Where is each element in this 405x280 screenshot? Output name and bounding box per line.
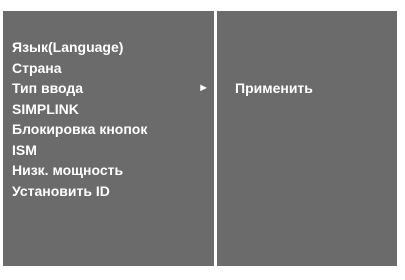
menu-item-ism[interactable]: ISM [12, 140, 212, 161]
option-menu-list: Язык(Language) Страна Тип ввода ► SIMPLI… [12, 37, 212, 201]
panel-divider [214, 11, 217, 266]
submenu-list: Применить [235, 78, 313, 98]
menu-item-set-id[interactable]: Установить ID [12, 181, 212, 202]
menu-item-language[interactable]: Язык(Language) [12, 37, 212, 58]
menu-item-input-type[interactable]: Тип ввода ► [12, 78, 212, 99]
menu-item-label: Страна [12, 59, 62, 76]
menu-item-label: SIMPLINK [12, 100, 79, 117]
menu-item-label: Тип ввода [12, 80, 84, 96]
tv-screen: Язык(Language) Страна Тип ввода ► SIMPLI… [0, 0, 405, 280]
menu-item-label: ISM [12, 141, 37, 158]
menu-item-label: Блокировка кнопок [12, 121, 148, 137]
menu-item-key-lock[interactable]: Блокировка кнопок [12, 119, 212, 140]
submenu-item-label: Применить [235, 80, 313, 96]
menu-item-label: Язык(Language) [12, 39, 124, 55]
menu-item-simplink[interactable]: SIMPLINK [12, 99, 212, 120]
menu-item-low-power[interactable]: Низк. мощность [12, 160, 212, 181]
osd-option-menu: Язык(Language) Страна Тип ввода ► SIMPLI… [0, 8, 400, 269]
menu-item-label: Установить ID [12, 182, 110, 199]
menu-item-country[interactable]: Страна [12, 58, 212, 79]
menu-item-label: Низк. мощность [12, 162, 124, 178]
submenu-item-apply[interactable]: Применить [235, 78, 313, 98]
submenu-arrow-icon: ► [198, 82, 209, 94]
